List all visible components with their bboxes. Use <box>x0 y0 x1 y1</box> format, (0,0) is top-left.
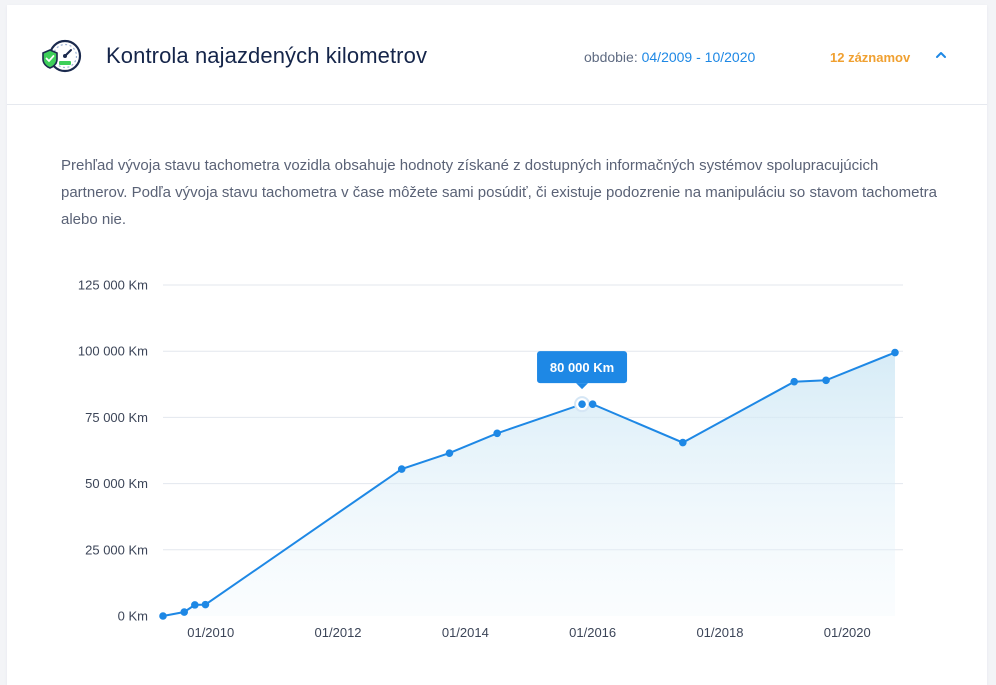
data-point[interactable] <box>201 600 210 609</box>
tooltip-label: 80 000 Km <box>550 360 614 375</box>
data-point[interactable] <box>679 438 687 447</box>
y-axis-labels: 0 Km 25 000 Km 50 000 Km 75 000 Km 100 000 K… <box>78 278 148 624</box>
x-axis-labels: 01/2010 01/2012 01/2014 01/2016 01/2018 01/20… <box>187 625 871 640</box>
data-point[interactable] <box>159 612 167 620</box>
y-tick-label: 125 000 Km <box>78 278 148 293</box>
data-point[interactable] <box>790 377 799 386</box>
x-tick-label: 01/2014 <box>442 625 489 640</box>
x-tick-label: 01/2010 <box>187 625 234 640</box>
data-point[interactable] <box>822 376 830 385</box>
tooltip: 80 000 Km <box>537 351 628 390</box>
data-point[interactable] <box>397 465 406 473</box>
data-point[interactable] <box>445 449 454 457</box>
area-fill <box>163 352 895 616</box>
y-tick-label: 0 Km <box>118 609 148 624</box>
data-point[interactable] <box>578 400 586 408</box>
y-tick-label: 25 000 Km <box>85 542 148 557</box>
y-tick-label: 50 000 Km <box>85 476 148 491</box>
y-tick-label: 100 000 Km <box>78 344 148 359</box>
y-tick-label: 75 000 Km <box>85 410 148 425</box>
tooltip-arrow <box>576 383 589 390</box>
data-point[interactable] <box>180 608 189 616</box>
data-point[interactable] <box>891 348 899 357</box>
data-point[interactable] <box>191 601 199 609</box>
x-tick-label: 01/2018 <box>696 625 743 640</box>
data-point[interactable] <box>588 400 597 408</box>
odometer-chart: 0 Km 25 000 Km 50 000 Km 75 000 Km 100 000 K… <box>78 278 903 640</box>
data-point[interactable] <box>493 429 501 438</box>
x-tick-label: 01/2016 <box>569 625 616 640</box>
x-tick-label: 01/2020 <box>824 625 871 640</box>
x-tick-label: 01/2012 <box>315 625 362 640</box>
